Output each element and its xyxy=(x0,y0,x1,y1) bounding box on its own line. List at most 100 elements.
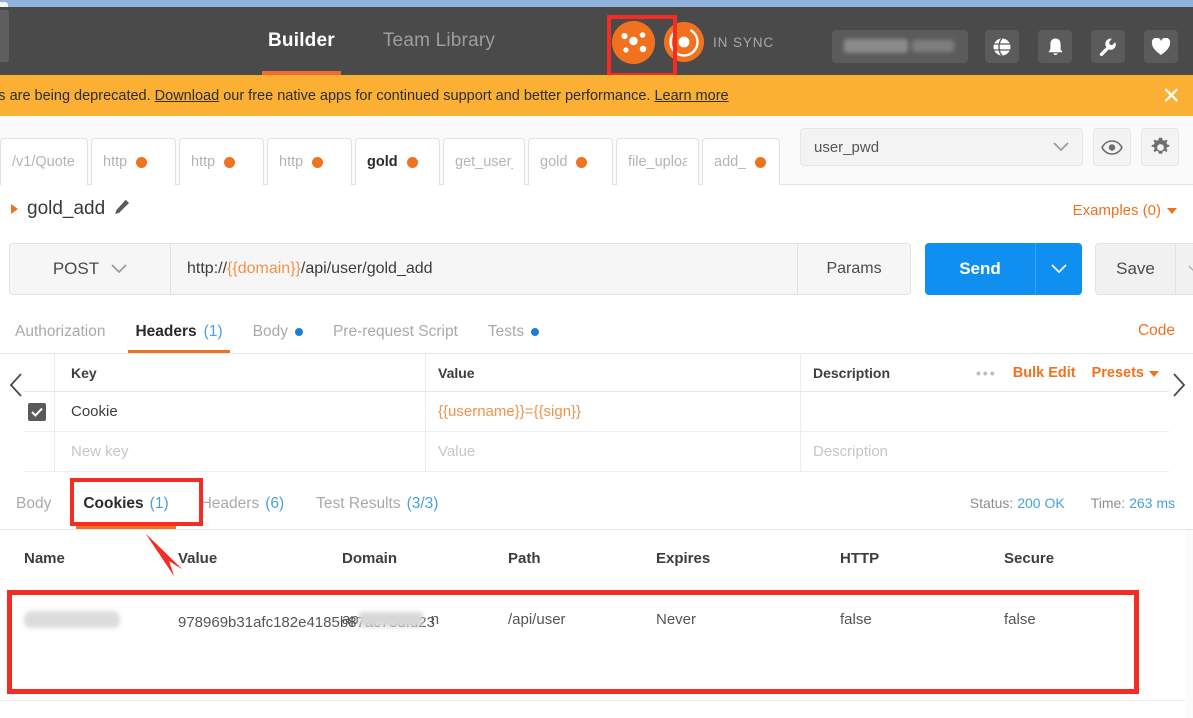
more-options-icon[interactable]: ••• xyxy=(976,365,997,381)
request-name: gold_add xyxy=(27,198,106,219)
unsaved-dot-icon xyxy=(224,156,236,168)
postman-logo-icon[interactable] xyxy=(612,20,655,64)
request-tab-2[interactable]: http xyxy=(179,138,264,185)
table-row-placeholder[interactable]: New key Value Description xyxy=(24,432,1169,472)
unsaved-dot-icon xyxy=(406,156,418,168)
response-tab-headers[interactable]: Headers (6) xyxy=(185,478,301,529)
send-button[interactable]: Send xyxy=(925,243,1035,295)
params-button[interactable]: Params xyxy=(798,243,911,295)
response-tab-cookies-label: Cookies xyxy=(83,494,144,512)
examples-dropdown[interactable]: Examples (0) xyxy=(1073,202,1177,219)
banner-text-before: e apps are being deprecated. xyxy=(0,87,151,104)
url-input[interactable]: http://{{domain}}/api/user/gold_add xyxy=(170,243,798,295)
response-tab-test-results[interactable]: Test Results (3/3) xyxy=(300,478,454,529)
header-row-value[interactable]: {{username}}={{sign}} xyxy=(425,392,800,431)
http-method-select[interactable]: POST xyxy=(9,243,170,295)
tab-pre-request-script[interactable]: Pre-request Script xyxy=(318,310,473,353)
request-tab-1[interactable]: http xyxy=(91,138,176,185)
cookie-name-cell xyxy=(0,586,178,632)
heart-icon[interactable] xyxy=(1144,30,1178,63)
banner-learn-more-link[interactable]: Learn more xyxy=(654,88,728,104)
chevron-left-icon[interactable] xyxy=(8,372,25,403)
request-name-group: gold_add xyxy=(11,198,130,220)
sync-status-icon[interactable] xyxy=(664,22,704,62)
status-label: Status: xyxy=(969,495,1014,511)
request-tab-3[interactable]: http xyxy=(267,138,352,185)
search-input[interactable] xyxy=(832,30,968,63)
bell-icon[interactable] xyxy=(1038,30,1072,63)
chevron-right-icon[interactable] xyxy=(11,204,18,214)
wrench-icon[interactable] xyxy=(1091,30,1125,63)
tab-body[interactable]: Body xyxy=(238,310,318,353)
cookies-col-name: Name xyxy=(24,549,65,567)
request-tab-7[interactable]: file_uploa xyxy=(616,138,699,185)
new-value-input[interactable]: Value xyxy=(425,432,800,471)
pencil-icon[interactable] xyxy=(114,199,130,220)
tab-headers[interactable]: Headers (1) xyxy=(120,310,237,353)
save-dropdown-button[interactable] xyxy=(1175,243,1193,295)
search-redaction-2 xyxy=(912,40,954,52)
new-key-input[interactable]: New key xyxy=(54,432,425,471)
tab-body-label: Body xyxy=(252,322,288,340)
response-tab-cookies[interactable]: Cookies (1) xyxy=(67,478,184,529)
chevron-down-icon xyxy=(1051,264,1067,274)
banner-text-middle: our free native apps for continued suppo… xyxy=(219,87,655,104)
cookies-col-value: Value xyxy=(178,549,218,567)
request-tab-0-label: /v1/Quote xyxy=(12,154,75,170)
row-enabled-checkbox[interactable] xyxy=(28,402,46,421)
chevron-down-icon xyxy=(1149,370,1159,377)
tab-authorization[interactable]: Authorization xyxy=(0,310,120,353)
table-row[interactable]: Cookie {{username}}={{sign}} xyxy=(24,392,1169,432)
response-tab-headers-label: Headers xyxy=(200,494,260,512)
header-row-description[interactable] xyxy=(800,392,1169,431)
globe-icon[interactable] xyxy=(985,30,1019,63)
environment-controls: user_pwd xyxy=(800,128,1179,166)
nav-tab-team-library[interactable]: Team Library xyxy=(377,7,501,75)
chevron-right-icon[interactable] xyxy=(1170,372,1187,403)
cookie-domain-prefix: ap xyxy=(342,611,359,628)
url-suffix: /api/user/gold_add xyxy=(300,260,433,277)
request-tab-4[interactable]: gold xyxy=(355,138,440,185)
chevron-down-icon xyxy=(1167,207,1177,214)
save-button[interactable]: Save xyxy=(1095,243,1175,295)
gear-icon[interactable] xyxy=(1141,128,1179,166)
header-nav-tabs: Builder Team Library xyxy=(262,7,501,75)
banner-download-link[interactable]: Download xyxy=(155,88,220,104)
eye-icon[interactable] xyxy=(1093,128,1131,166)
header-row-key[interactable]: Cookie xyxy=(54,392,425,431)
chevron-down-icon xyxy=(111,264,127,274)
tab-tests[interactable]: Tests xyxy=(473,310,554,353)
cookies-col-domain: Domain xyxy=(342,549,398,567)
modified-dot-icon xyxy=(294,327,303,336)
code-link[interactable]: Code xyxy=(1138,322,1175,340)
new-description-input[interactable]: Description xyxy=(800,432,1169,471)
status-value: 200 OK xyxy=(1017,495,1065,511)
request-tab-3-label: http xyxy=(279,154,304,170)
request-tab-0[interactable]: /v1/Quote xyxy=(0,138,88,185)
chevron-down-icon xyxy=(1188,264,1193,271)
header-col-description-label: Description xyxy=(813,364,891,381)
nav-tab-builder[interactable]: Builder xyxy=(262,7,341,75)
request-tab-1-label: http xyxy=(103,154,128,170)
cookie-secure-cell: false xyxy=(1004,611,1036,628)
cookie-http-cell: false xyxy=(840,611,872,628)
presets-label: Presets xyxy=(1091,364,1144,381)
table-row[interactable]: 978969b31afc182e4185b87ac73dfd23 ap n /ap… xyxy=(0,586,1193,700)
request-tab-8[interactable]: add_ xyxy=(702,138,780,185)
presets-dropdown[interactable]: Presets xyxy=(1092,365,1159,381)
time-value: 263 ms xyxy=(1129,495,1175,511)
request-tab-5[interactable]: get_user_i xyxy=(443,138,525,185)
request-tab-6[interactable]: gold xyxy=(528,138,613,185)
bulk-edit-button[interactable]: Bulk Edit xyxy=(1013,365,1076,381)
request-tab-6-label: gold xyxy=(540,154,568,170)
cookie-domain-redaction xyxy=(359,612,423,627)
save-group: Save xyxy=(1095,243,1193,295)
send-dropdown-button[interactable] xyxy=(1035,243,1082,295)
vertical-scrollbar[interactable] xyxy=(1186,530,1193,718)
environment-select[interactable]: user_pwd xyxy=(800,128,1083,166)
close-icon[interactable]: ✕ xyxy=(1162,84,1181,107)
browser-chrome-strip xyxy=(0,0,1193,7)
response-tab-body[interactable]: Body xyxy=(0,478,67,529)
http-method-value: POST xyxy=(52,259,100,278)
tab-tests-label: Tests xyxy=(487,322,525,340)
